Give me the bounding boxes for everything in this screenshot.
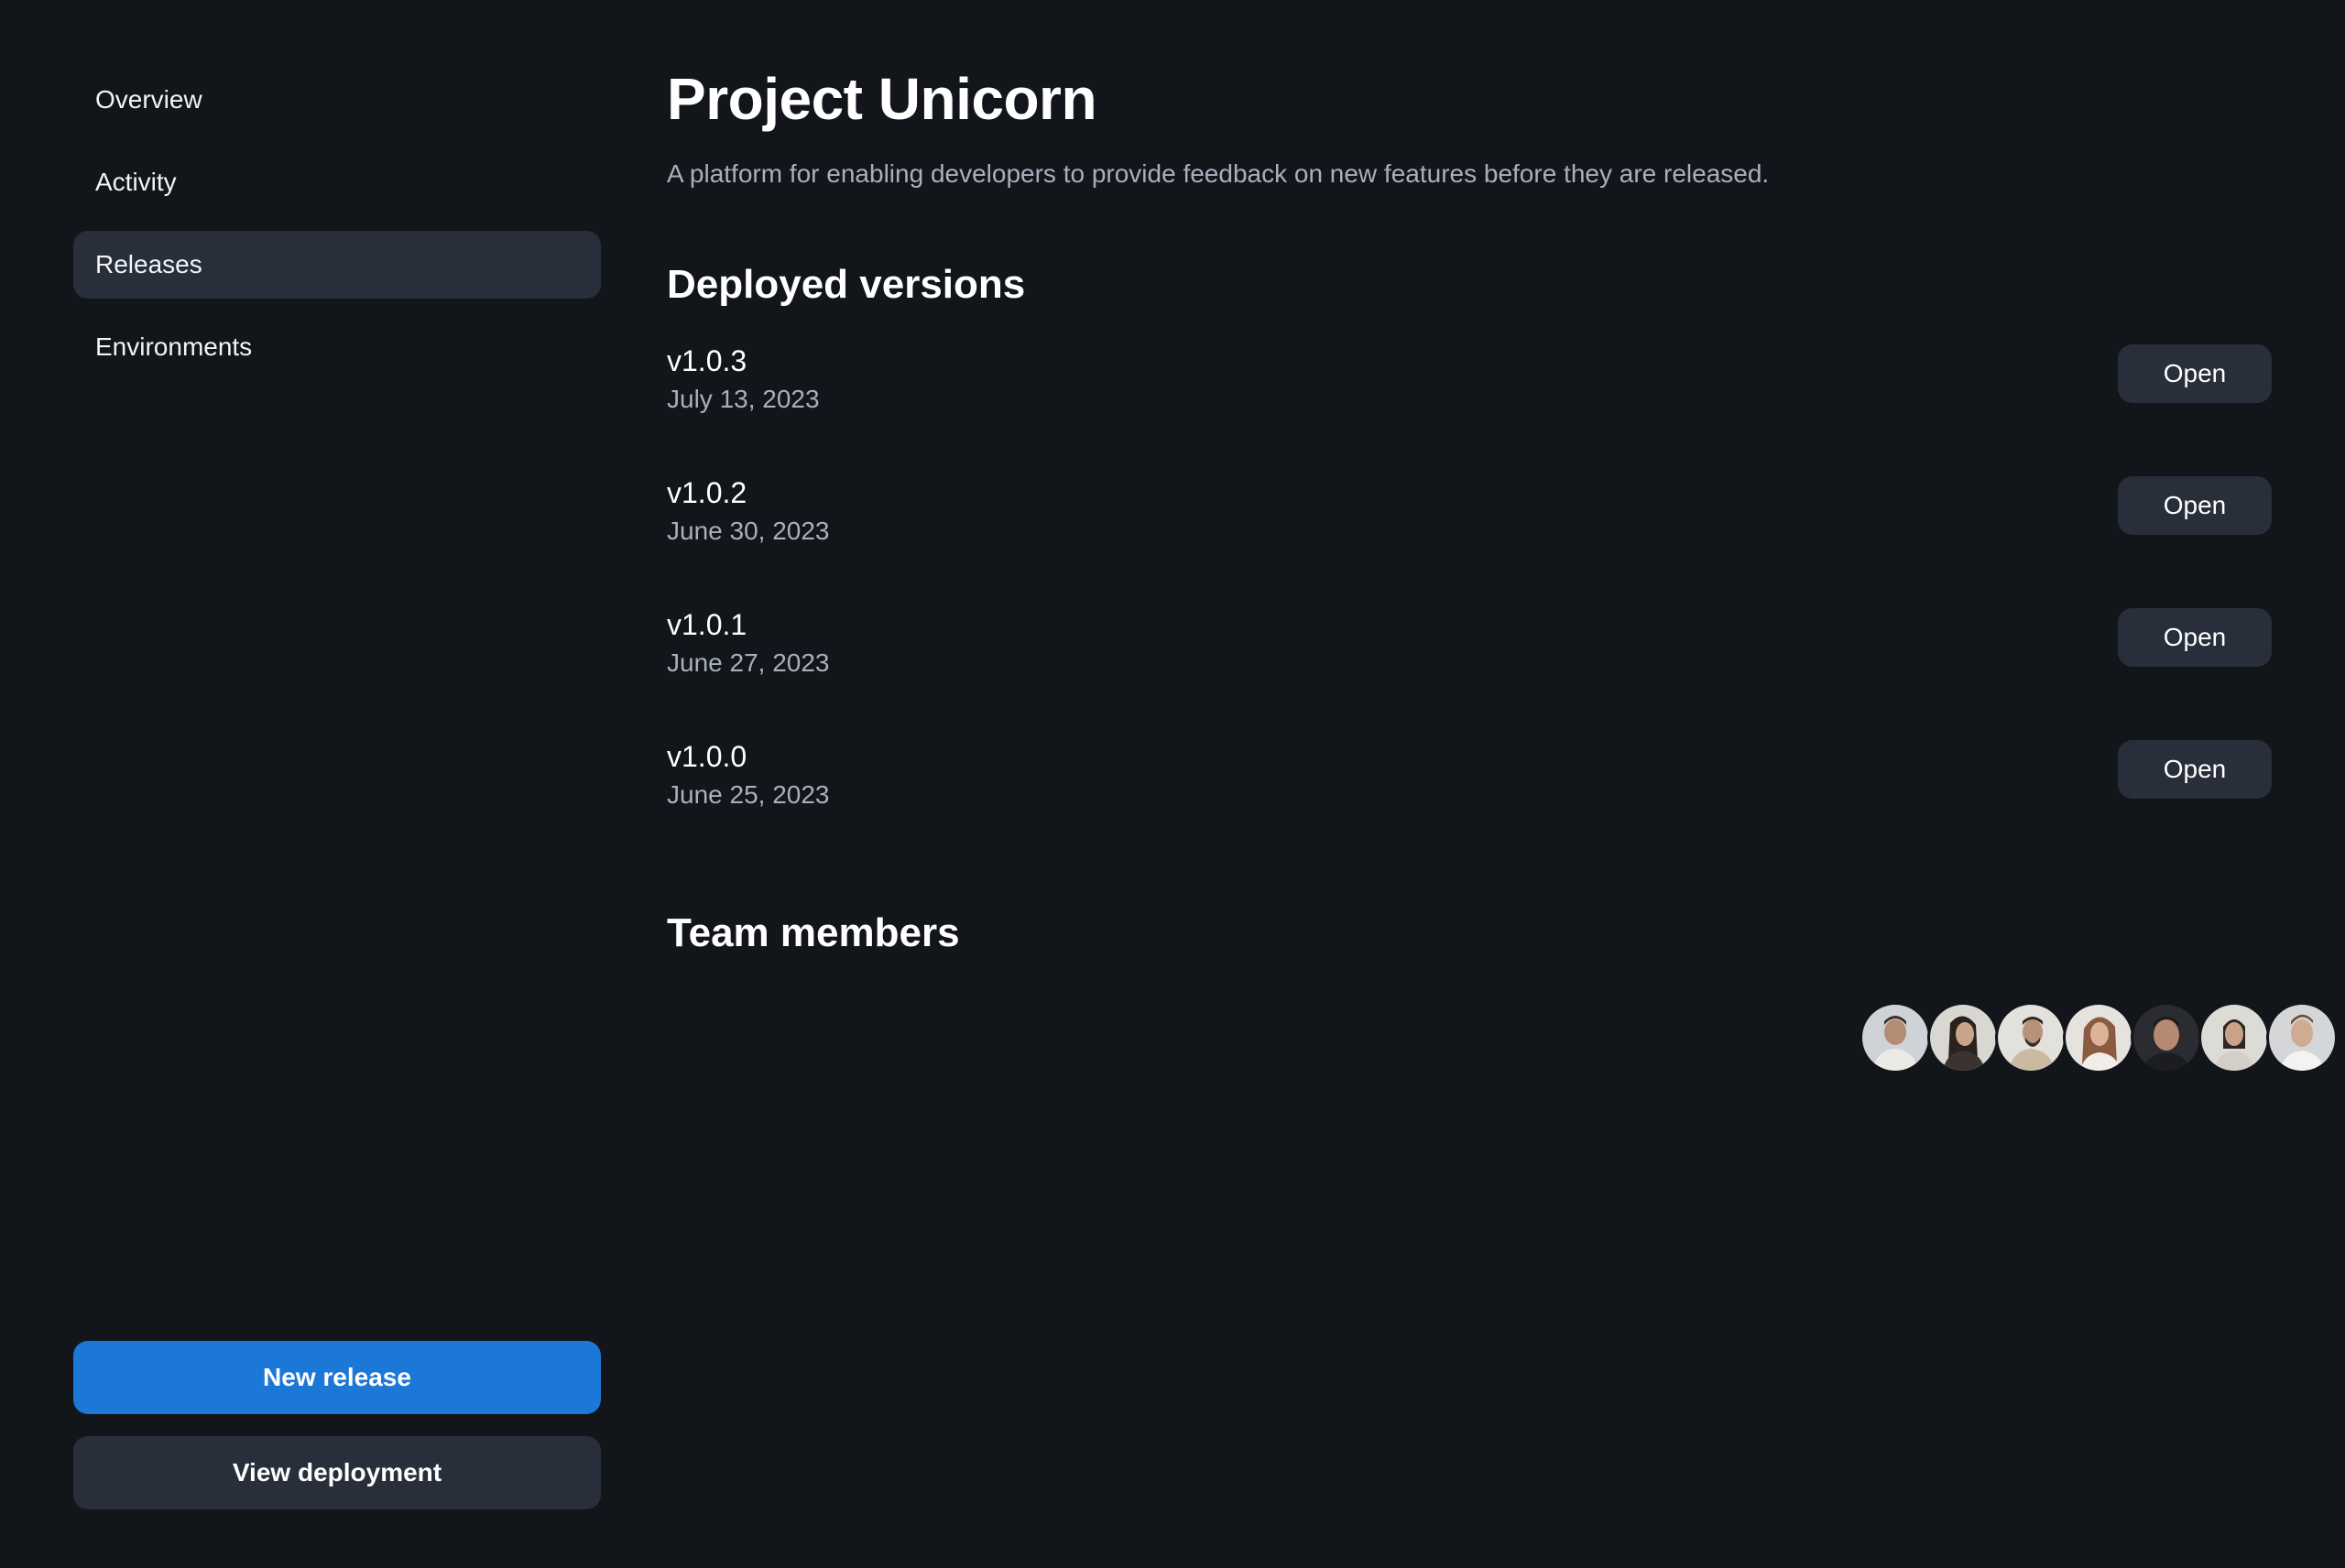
sidebar-item-label: Overview bbox=[95, 85, 202, 114]
project-description: A platform for enabling developers to pr… bbox=[667, 159, 1770, 188]
sidebar-item-environments[interactable]: Environments bbox=[73, 313, 601, 381]
open-button[interactable]: Open bbox=[2118, 740, 2272, 799]
person-avatar-icon bbox=[2201, 1005, 2267, 1071]
versions-list: v1.0.3 July 13, 2023 Open v1.0.2 June 30… bbox=[667, 343, 2272, 870]
sidebar-item-overview[interactable]: Overview bbox=[73, 66, 601, 134]
avatar[interactable] bbox=[1995, 1002, 2067, 1073]
open-button[interactable]: Open bbox=[2118, 608, 2272, 667]
person-avatar-icon bbox=[1862, 1005, 1928, 1071]
new-release-button[interactable]: New release bbox=[73, 1341, 601, 1414]
page-title: Project Unicorn bbox=[667, 66, 1097, 132]
version-row: v1.0.2 June 30, 2023 Open bbox=[667, 474, 2272, 606]
team-members-heading: Team members bbox=[667, 910, 960, 955]
sidebar-item-label: Activity bbox=[95, 168, 177, 196]
new-release-label: New release bbox=[263, 1363, 411, 1391]
sidebar-nav: Overview Activity Releases Environments bbox=[73, 66, 601, 396]
view-deployment-button[interactable]: View deployment bbox=[73, 1436, 601, 1509]
version-date: July 13, 2023 bbox=[667, 385, 820, 413]
sidebar-item-label: Environments bbox=[95, 332, 253, 361]
person-avatar-icon bbox=[2133, 1005, 2199, 1071]
open-button[interactable]: Open bbox=[2118, 476, 2272, 535]
avatar[interactable] bbox=[1927, 1002, 1999, 1073]
version-name: v1.0.0 bbox=[667, 740, 747, 773]
version-row: v1.0.0 June 25, 2023 Open bbox=[667, 738, 2272, 870]
version-row: v1.0.1 June 27, 2023 Open bbox=[667, 606, 2272, 738]
version-date: June 27, 2023 bbox=[667, 648, 830, 677]
main-content: Project Unicorn A platform for enabling … bbox=[667, 62, 2272, 956]
sidebar-item-label: Releases bbox=[95, 250, 202, 278]
avatar[interactable] bbox=[1860, 1002, 1931, 1073]
avatar[interactable] bbox=[2063, 1002, 2134, 1073]
sidebar-item-activity[interactable]: Activity bbox=[73, 148, 601, 216]
view-deployment-label: View deployment bbox=[232, 1458, 442, 1486]
version-row: v1.0.3 July 13, 2023 Open bbox=[667, 343, 2272, 474]
sidebar-item-releases[interactable]: Releases bbox=[73, 231, 601, 299]
avatar[interactable] bbox=[2266, 1002, 2338, 1073]
open-button[interactable]: Open bbox=[2118, 344, 2272, 403]
team-avatars bbox=[1860, 1002, 2338, 1073]
version-date: June 30, 2023 bbox=[667, 517, 830, 545]
version-name: v1.0.3 bbox=[667, 344, 747, 377]
sidebar-actions: New release View deployment bbox=[73, 1341, 601, 1509]
version-date: June 25, 2023 bbox=[667, 780, 830, 809]
version-name: v1.0.1 bbox=[667, 608, 747, 641]
person-avatar-icon bbox=[2269, 1005, 2335, 1071]
version-name: v1.0.2 bbox=[667, 476, 747, 509]
person-avatar-icon bbox=[2066, 1005, 2132, 1071]
person-avatar-icon bbox=[1998, 1005, 2064, 1071]
deployed-versions-heading: Deployed versions bbox=[667, 262, 1026, 307]
avatar[interactable] bbox=[2131, 1002, 2202, 1073]
person-avatar-icon bbox=[1930, 1005, 1996, 1071]
avatar[interactable] bbox=[2198, 1002, 2270, 1073]
